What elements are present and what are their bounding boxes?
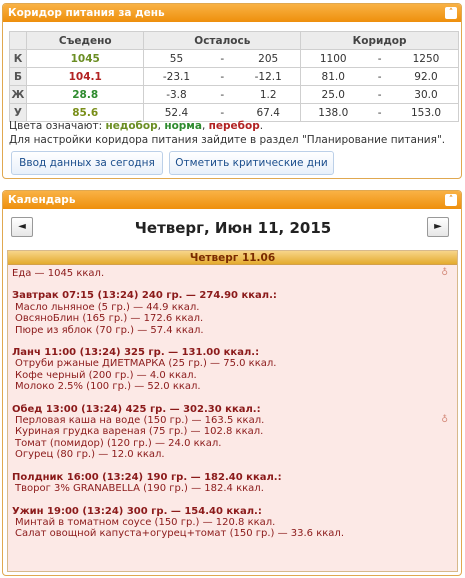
corridor-to: 30.0 xyxy=(414,88,438,101)
calendar-panel-header[interactable]: Календарь ˄ xyxy=(3,191,461,209)
corridor-from: 25.0 xyxy=(321,88,345,101)
meal-item: Молоко 2.5% (100 гр.) — 52.0 ккал. xyxy=(15,381,201,393)
calendar-panel-title: Календарь xyxy=(8,194,76,206)
mark-critical-days-button[interactable]: Отметить критические дни xyxy=(169,151,334,175)
range-dash: - xyxy=(220,88,225,101)
meal-item: Масло льняное (5 гр.) — 44.9 ккал. xyxy=(15,301,200,313)
meal-item: Салат овощной капуста+огурец+томат (150 … xyxy=(15,528,344,540)
day-entry-box: Четверг 11.06 ♁ ♁ Еда — 1045 ккал. Завтр… xyxy=(7,250,458,572)
meal-item: Томат (помидор) (120 гр.) — 24.0 ккал. xyxy=(15,437,222,449)
pin-icon[interactable]: ♁ xyxy=(441,268,448,278)
meal-item: Минтай в томатном соусе (150 гр.) — 120.… xyxy=(15,516,276,528)
day-total: Еда — 1045 ккал. xyxy=(12,268,105,279)
meal-header[interactable]: Полдник 16:00 (13:24) 190 гр. — 182.40 к… xyxy=(12,472,457,483)
row-label: Ж xyxy=(9,85,27,104)
corridor-range: 25.0 - 30.0 xyxy=(300,85,459,104)
legend-over: перебор xyxy=(208,120,260,132)
remaining-from: 52.4 xyxy=(164,106,189,119)
col-corridor: Коридор xyxy=(300,31,459,50)
legend-end: . xyxy=(259,120,264,132)
meal-item: Огурец (80 гр.) — 12.0 ккал. xyxy=(15,449,165,461)
legend-sep: , xyxy=(157,120,161,132)
eaten-value: 104.1 xyxy=(25,67,145,86)
range-dash: - xyxy=(377,88,382,101)
corridor-panel-title: Коридор питания за день xyxy=(8,7,165,19)
corner-cell xyxy=(9,31,27,50)
color-legend: Цвета означают: недобор, норма, перебор. xyxy=(9,120,263,132)
corridor-row: У 85.6 52.4 - 67.4 138.0 - 153.0 xyxy=(9,103,459,122)
collapse-icon[interactable]: ˄ xyxy=(445,7,457,19)
remaining-to: 67.4 xyxy=(256,106,280,119)
corridor-hint: Для настройки коридора питания зайдите в… xyxy=(9,134,446,146)
eaten-value: 28.8 xyxy=(25,85,145,104)
eaten-value: 1045 xyxy=(25,49,145,68)
range-dash: - xyxy=(377,70,382,83)
remaining-range: 52.4 - 67.4 xyxy=(143,103,302,122)
meal-item: Куриная грудка вареная (75 гр.) — 102.8 … xyxy=(15,426,264,438)
remaining-to: -12.1 xyxy=(254,70,282,83)
row-label: У xyxy=(9,103,27,122)
legend-sep: , xyxy=(201,120,206,132)
corridor-range: 1100 - 1250 xyxy=(300,49,459,68)
meal-block: Ланч 11:00 (13:24) 325 гр. — 131.00 ккал… xyxy=(12,347,457,393)
remaining-to: 1.2 xyxy=(259,88,277,101)
eaten-value: 85.6 xyxy=(25,103,145,122)
meal-block: Обед 13:00 (13:24) 425 гр. — 302.30 ккал… xyxy=(12,404,457,461)
meal-item: Отруби ржаные ДИЕТМАРКА (25 гр.) — 75.0 … xyxy=(15,358,277,370)
calendar-panel: Календарь ˄ ◄ Четверг, Июн 11, 2015 ► Че… xyxy=(2,190,462,576)
corridor-from: 138.0 xyxy=(318,106,349,119)
remaining-from: -23.1 xyxy=(162,70,191,83)
meal-header[interactable]: Ужин 19:00 (13:24) 300 гр. — 154.40 ккал… xyxy=(12,506,457,517)
meal-item: ОвсяноБлин (165 гр.) — 172.6 ккал. xyxy=(15,313,204,325)
corridor-to: 92.0 xyxy=(414,70,438,83)
day-title: Четверг, Июн 11, 2015 xyxy=(134,219,332,237)
meal-item: Творог 3% GRANABELLA (190 гр.) — 182.4 к… xyxy=(15,483,264,495)
corridor-panel: Коридор питания за день ˄ Съедено Остало… xyxy=(2,3,462,179)
meal-item: Перловая каша на воде (150 гр.) — 163.5 … xyxy=(15,415,265,427)
meal-block: Завтрак 07:15 (13:24) 240 гр. — 274.90 к… xyxy=(12,290,457,336)
row-label: Б xyxy=(9,67,27,86)
corridor-range: 138.0 - 153.0 xyxy=(300,103,459,122)
remaining-range: -3.8 - 1.2 xyxy=(143,85,302,104)
enter-today-data-button[interactable]: Ввод данных за сегодня xyxy=(11,151,163,175)
legend-prefix: Цвета означают: xyxy=(9,120,103,132)
range-dash: - xyxy=(377,52,382,65)
remaining-range: 55 - 205 xyxy=(143,49,302,68)
collapse-icon[interactable]: ˄ xyxy=(445,194,457,206)
remaining-range: -23.1 - -12.1 xyxy=(143,67,302,86)
pin-icon[interactable]: ♁ xyxy=(441,415,448,425)
meal-block: Ужин 19:00 (13:24) 300 гр. — 154.40 ккал… xyxy=(12,506,457,540)
corridor-range: 81.0 - 92.0 xyxy=(300,67,459,86)
meal-item: Пюре из яблок (70 гр.) — 57.4 ккал. xyxy=(15,324,204,336)
next-day-button[interactable]: ► xyxy=(427,217,449,237)
col-remaining: Осталось xyxy=(143,31,302,50)
range-dash: - xyxy=(377,106,382,119)
corridor-to: 1250 xyxy=(412,52,440,65)
meal-block: Полдник 16:00 (13:24) 190 гр. — 182.40 к… xyxy=(12,472,457,495)
day-bar[interactable]: Четверг 11.06 xyxy=(8,251,457,265)
corridor-to: 153.0 xyxy=(410,106,442,119)
corridor-panel-header[interactable]: Коридор питания за день ˄ xyxy=(3,4,461,22)
range-dash: - xyxy=(220,106,225,119)
corridor-row: Ж 28.8 -3.8 - 1.2 25.0 - 30.0 xyxy=(9,85,459,104)
corridor-table: Съедено Осталось Коридор К 1045 55 - 205 1100… xyxy=(9,31,459,122)
legend-norm: норма xyxy=(164,120,202,132)
range-dash: - xyxy=(220,52,225,65)
corridor-from: 81.0 xyxy=(321,70,345,83)
corridor-row: К 1045 55 - 205 1100 - 1250 xyxy=(9,49,459,68)
row-label: К xyxy=(9,49,27,68)
meal-header[interactable]: Ланч 11:00 (13:24) 325 гр. — 131.00 ккал… xyxy=(12,347,457,358)
corridor-row: Б 104.1 -23.1 - -12.1 81.0 - 92.0 xyxy=(9,67,459,86)
day-content: Еда — 1045 ккал. Завтрак 07:15 (13:24) 2… xyxy=(8,265,457,540)
legend-under: недобор xyxy=(105,120,158,132)
remaining-to: 205 xyxy=(258,52,279,65)
corridor-from: 1100 xyxy=(319,52,347,65)
range-dash: - xyxy=(220,70,225,83)
remaining-from: -3.8 xyxy=(166,88,187,101)
meal-item: Кофе черный (200 гр.) — 4.0 ккал. xyxy=(15,369,197,381)
meal-header[interactable]: Обед 13:00 (13:24) 425 гр. — 302.30 ккал… xyxy=(12,404,457,415)
remaining-from: 55 xyxy=(169,52,184,65)
meal-header[interactable]: Завтрак 07:15 (13:24) 240 гр. — 274.90 к… xyxy=(12,290,457,301)
col-eaten: Съедено xyxy=(25,31,145,50)
